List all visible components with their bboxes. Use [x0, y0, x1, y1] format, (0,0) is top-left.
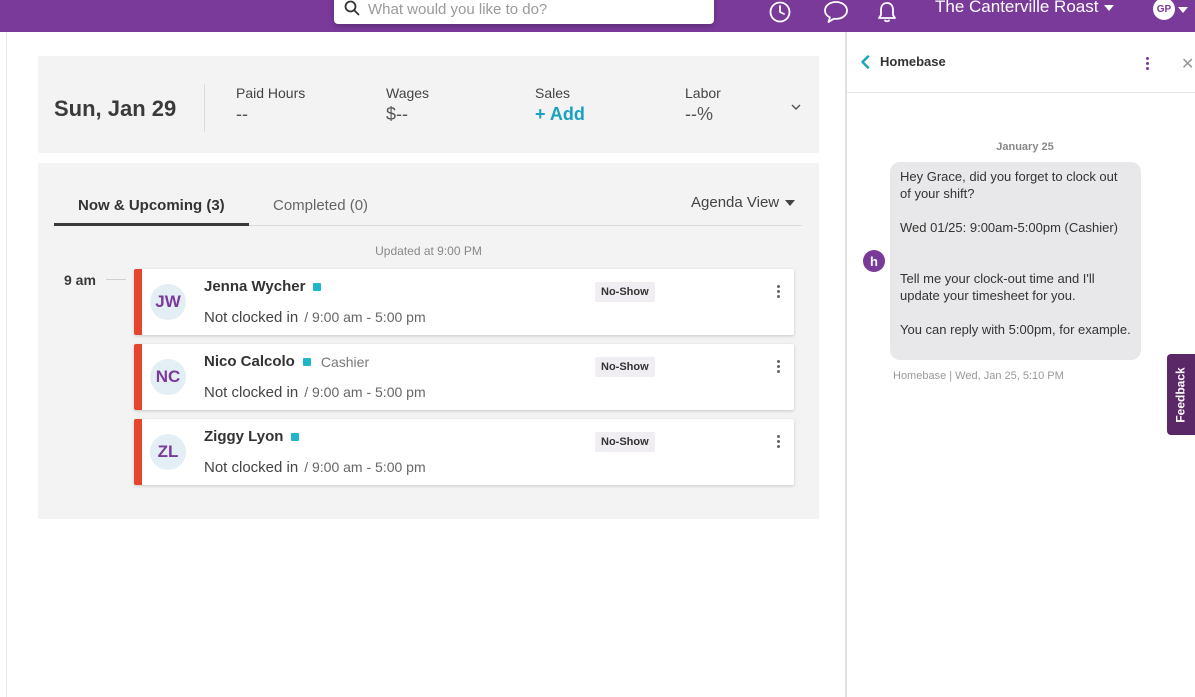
- location-selector[interactable]: The Canterville Roast: [935, 0, 1115, 17]
- stat-label: Wages: [386, 85, 430, 101]
- message-text: You can reply with 5:00pm, for example.: [900, 322, 1131, 337]
- user-menu[interactable]: GP: [1153, 0, 1188, 20]
- view-label: Agenda View: [691, 194, 780, 211]
- message-text: Tell me your clock-out time and I'll upd…: [900, 271, 1095, 303]
- divider: [6, 32, 7, 697]
- tab-bar: Now & Upcoming (3) Completed (0): [54, 185, 802, 226]
- shift-card[interactable]: ZL Ziggy Lyon Not clocked in / 9:00 am - …: [134, 419, 794, 485]
- message-bubble: Hey Grace, did you forget to clock out o…: [890, 162, 1141, 360]
- close-icon[interactable]: ✕: [1181, 54, 1194, 74]
- clock-status: Not clocked in / 9:00 am - 5:00 pm: [204, 384, 426, 401]
- employee-role: Cashier: [320, 353, 370, 370]
- updated-timestamp: Updated at 9:00 PM: [375, 244, 482, 258]
- panel-title: Homebase: [880, 54, 946, 69]
- status-text: Not clocked in: [204, 459, 299, 476]
- divider: [106, 279, 126, 280]
- shifts-panel: Now & Upcoming (3) Completed (0) Agenda …: [38, 163, 819, 519]
- stat-label: Sales: [535, 85, 571, 101]
- chat-icon[interactable]: [822, 0, 850, 26]
- stat-value: --%: [685, 104, 713, 124]
- role-color-icon: [313, 282, 322, 291]
- bell-icon[interactable]: [873, 0, 901, 26]
- stat-value: $--: [386, 104, 408, 124]
- chevron-down-icon: [1104, 5, 1115, 11]
- chevron-down-icon[interactable]: [791, 98, 801, 116]
- view-selector[interactable]: Agenda View: [691, 194, 796, 211]
- more-options-icon[interactable]: [770, 433, 786, 449]
- avatar: JW: [150, 284, 186, 320]
- status-text: Not clocked in: [204, 309, 299, 326]
- status-badge: No-Show: [595, 432, 655, 452]
- top-bar: The Canterville Roast GP: [0, 0, 1195, 32]
- employee-name: Nico Calcolo: [204, 353, 295, 370]
- message-panel-header: Homebase ✕: [847, 32, 1195, 93]
- day-summary-card: Sun, Jan 29 Paid Hours -- Wages $-- Sale…: [38, 56, 819, 153]
- page-title: Sun, Jan 29: [54, 96, 177, 121]
- more-options-icon[interactable]: [770, 358, 786, 374]
- tab-now-upcoming[interactable]: Now & Upcoming (3): [54, 197, 249, 226]
- stat-label: Labor: [685, 85, 721, 101]
- clock-status: Not clocked in / 9:00 am - 5:00 pm: [204, 309, 426, 326]
- location-name: The Canterville Roast: [935, 0, 1099, 16]
- employee-name-row: Ziggy Lyon: [204, 428, 300, 445]
- avatar: NC: [150, 359, 186, 395]
- chevron-down-icon: [1178, 7, 1188, 13]
- shift-hours: / 9:00 am - 5:00 pm: [304, 309, 426, 325]
- message-date: January 25: [996, 141, 1054, 153]
- avatar: GP: [1153, 0, 1175, 20]
- avatar: ZL: [150, 434, 186, 470]
- more-options-icon[interactable]: [770, 283, 786, 299]
- history-icon[interactable]: [766, 0, 794, 26]
- employee-name: Ziggy Lyon: [204, 428, 284, 445]
- more-options-icon[interactable]: [1142, 54, 1152, 72]
- tab-completed[interactable]: Completed (0): [273, 197, 368, 214]
- stat-paid-hours: Paid Hours --: [236, 85, 305, 125]
- message-meta: Homebase | Wed, Jan 25, 5:10 PM: [893, 370, 1064, 382]
- search-input[interactable]: [368, 0, 698, 22]
- stat-label: Paid Hours: [236, 85, 306, 101]
- feedback-label: Feedback: [1174, 366, 1189, 423]
- employee-name: Jenna Wycher: [204, 278, 306, 295]
- employee-name-row: Nico Calcolo Cashier: [204, 353, 369, 370]
- time-label: 9 am: [64, 272, 96, 288]
- back-arrow-icon[interactable]: [860, 55, 870, 74]
- divider: [204, 84, 205, 132]
- message-panel: Homebase ✕ January 25 h Hey Grace, did y…: [845, 32, 1195, 697]
- shift-hours: / 9:00 am - 5:00 pm: [304, 384, 426, 400]
- role-color-icon: [302, 357, 311, 366]
- chevron-down-icon: [785, 199, 796, 206]
- role-color-icon: [291, 432, 300, 441]
- shift-card[interactable]: JW Jenna Wycher Not clocked in / 9:00 am …: [134, 269, 794, 335]
- shift-hours: / 9:00 am - 5:00 pm: [304, 459, 426, 475]
- message-text: Wed 01/25: 9:00am-5:00pm (Cashier): [900, 220, 1118, 235]
- search-icon: [344, 0, 360, 21]
- message-text: Hey Grace, did you forget to clock out o…: [900, 169, 1118, 201]
- stat-sales: Sales + Add: [535, 85, 585, 125]
- shift-card[interactable]: NC Nico Calcolo Cashier Not clocked in / …: [134, 344, 794, 410]
- stat-wages: Wages $--: [386, 85, 429, 125]
- add-sales-link[interactable]: + Add: [535, 104, 585, 125]
- search-box[interactable]: [334, 0, 714, 24]
- status-text: Not clocked in: [204, 384, 299, 401]
- clock-status: Not clocked in / 9:00 am - 5:00 pm: [204, 459, 426, 476]
- stat-value: --: [236, 104, 248, 124]
- employee-name-row: Jenna Wycher: [204, 278, 322, 295]
- status-badge: No-Show: [595, 357, 655, 377]
- feedback-button[interactable]: Feedback: [1167, 354, 1195, 435]
- status-badge: No-Show: [595, 282, 655, 302]
- stat-labor: Labor --%: [685, 85, 721, 125]
- homebase-avatar: h: [863, 250, 885, 272]
